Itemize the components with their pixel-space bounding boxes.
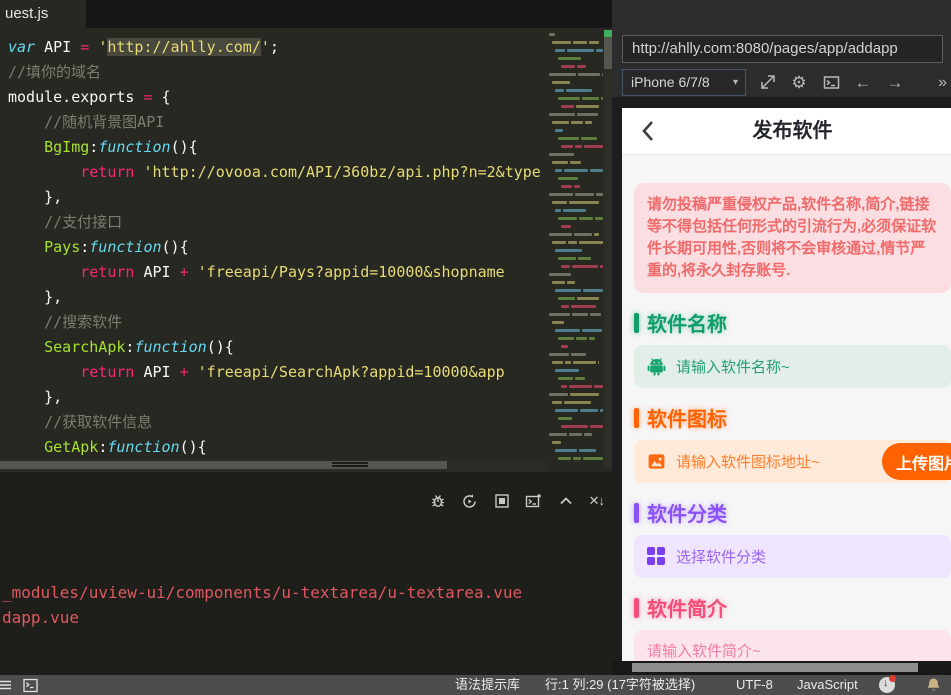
gear-icon[interactable]: ⚙ [790, 73, 808, 92]
terminal-icon[interactable] [23, 678, 38, 695]
open-external-icon[interactable] [758, 74, 776, 92]
image-icon [647, 452, 666, 471]
debug-bug-icon[interactable] [429, 492, 447, 510]
cursor-position-status[interactable]: 行:1 列:29 (17字符被选择) [545, 675, 695, 695]
app-icon-url-input[interactable]: 请输入软件图标地址~ 上传图片 [634, 440, 951, 483]
terminal-icon[interactable] [822, 74, 840, 92]
console-output[interactable]: _modules/uview-ui/components/u-textarea/… [2, 580, 522, 630]
placeholder-text: 请输入软件图标地址~ [676, 454, 820, 471]
section-title-intro: 软件简介 [634, 593, 951, 622]
section-bar [634, 312, 639, 333]
console-toolbar: ✕↓ [429, 492, 605, 510]
device-select-value: iPhone 6/7/8 [631, 74, 710, 90]
browser-toolbar: ⚙ ← → [758, 69, 904, 96]
section-title-text: 软件名称 [647, 314, 727, 336]
console-panel: ✕↓ _modules/uview-ui/components/u-textar… [0, 472, 612, 675]
clear-console-icon[interactable]: ✕↓ [589, 493, 605, 509]
category-select[interactable]: 选择软件分类 [634, 535, 951, 578]
warning-notice: 请勿投稿严重侵权产品,软件名称,简介,链接等不得包括任何形式的引流行为,必须保证… [634, 183, 951, 293]
update-available-icon[interactable] [879, 675, 896, 693]
status-bar: 语法提示库 行:1 列:29 (17字符被选择) UTF-8 JavaScrip… [0, 675, 951, 695]
encoding-status[interactable]: UTF-8 [736, 675, 773, 695]
bell-icon[interactable] [926, 677, 941, 695]
scrollbar-thumb[interactable] [632, 663, 918, 672]
intro-textarea[interactable]: 请输入软件简介~ [634, 630, 951, 661]
scroll-position-marker [604, 30, 612, 37]
scrollbar-thumb[interactable] [604, 37, 612, 69]
collapse-panel-icon[interactable] [557, 492, 575, 510]
preview-horizontal-scrollbar[interactable] [612, 661, 951, 675]
back-arrow-icon[interactable]: ← [854, 73, 872, 92]
ide-window: uest.js Web浏览器 × var API = 'http://ahlly… [0, 0, 951, 695]
language-mode-status[interactable]: JavaScript [797, 675, 858, 695]
section-bar [634, 597, 639, 618]
scrollbar-thumb[interactable] [0, 461, 447, 469]
section-title-icon: 软件图标 [634, 403, 951, 432]
chevron-down-icon: ▾ [732, 77, 738, 88]
url-input[interactable]: http://ahlly.com:8080/pages/app/addapp [622, 35, 943, 63]
device-select[interactable]: iPhone 6/7/8 ▾ [622, 69, 746, 96]
new-terminal-icon[interactable] [525, 492, 543, 510]
section-bar [634, 407, 639, 428]
syntax-lib-status[interactable]: 语法提示库 [455, 675, 520, 695]
phone-page: 发布软件 请勿投稿严重侵权产品,软件名称,简介,链接等不得包括任何形式的引流行为… [622, 108, 951, 661]
section-title-text: 软件图标 [647, 409, 727, 431]
section-title-text: 软件简介 [647, 599, 727, 621]
page-header: 发布软件 [622, 108, 951, 155]
more-tools-icon[interactable]: » [938, 69, 947, 96]
app-name-input[interactable]: 请输入软件名称~ [634, 345, 951, 388]
forward-arrow-icon[interactable]: → [886, 73, 904, 92]
section-title-name: 软件名称 [634, 308, 951, 337]
minimap[interactable] [547, 31, 603, 467]
notification-dot [889, 675, 896, 682]
section-bar [634, 502, 639, 523]
section-title-category: 软件分类 [634, 498, 951, 527]
tab-request-js[interactable]: uest.js [0, 0, 86, 28]
stop-icon[interactable] [493, 492, 511, 510]
browser-panel: http://ahlly.com:8080/pages/app/addapp i… [612, 0, 951, 675]
editor-horizontal-scrollbar[interactable] [0, 459, 546, 472]
grid-icon [647, 547, 666, 566]
code-area[interactable]: var API = 'http://ahlly.com/';//填你的域名 mod… [8, 35, 546, 460]
page-title: 发布软件 [752, 120, 833, 142]
section-title-text: 软件分类 [647, 504, 727, 526]
back-chevron-icon[interactable] [638, 120, 660, 142]
editor-vertical-scrollbar[interactable] [604, 30, 612, 470]
placeholder-text: 选择软件分类 [676, 549, 767, 566]
android-icon [647, 357, 666, 376]
restart-icon[interactable] [461, 492, 479, 510]
page-preview: 发布软件 请勿投稿严重侵权产品,软件名称,简介,链接等不得包括任何形式的引流行为… [612, 97, 951, 675]
upload-image-button[interactable]: 上传图片 [882, 443, 951, 480]
code-editor[interactable]: var API = 'http://ahlly.com/';//填你的域名 mod… [0, 28, 612, 472]
placeholder-text: 请输入软件简介~ [647, 643, 761, 660]
splitter-grip[interactable] [332, 462, 368, 469]
menu-icon[interactable] [0, 678, 14, 695]
placeholder-text: 请输入软件名称~ [676, 359, 790, 376]
